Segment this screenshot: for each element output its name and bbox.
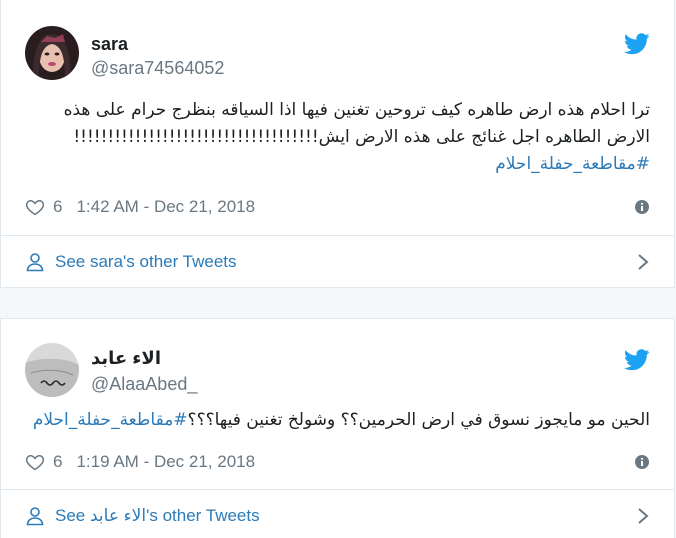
tweet-card: sara @sara74564052 ترا احلام هذه ارض طاه… (0, 0, 675, 288)
avatar[interactable] (25, 343, 79, 397)
divider (1, 489, 674, 490)
wrist-tattoo-avatar-icon (25, 343, 79, 397)
see-other-tweets-label[interactable]: See الاء عابد's other Tweets (55, 506, 260, 526)
author-handle[interactable]: @AlaaAbed_ (91, 374, 197, 395)
like-count[interactable]: 6 (53, 197, 62, 217)
divider (1, 235, 674, 236)
hashtag-link[interactable]: #مقاطعة_حفلة_احلام (495, 154, 650, 174)
woman-avatar-icon (25, 26, 79, 80)
person-icon (26, 253, 44, 272)
tweet-text: الحين مو مايجوز نسوق في ارض الحرمين؟؟ وش… (23, 407, 650, 434)
heart-icon[interactable] (25, 197, 45, 217)
like-count[interactable]: 6 (53, 452, 62, 472)
twitter-bird-icon[interactable] (624, 33, 650, 55)
see-other-tweets-link[interactable]: See sara's other Tweets (25, 247, 650, 277)
tweet-timestamp[interactable]: 1:42 AM - Dec 21, 2018 (76, 197, 255, 217)
tweet-body: ترا احلام هذه ارض طاهره كيف تروحين تغنين… (63, 100, 650, 147)
tweet-meta: 6 1:42 AM - Dec 21, 2018 (25, 195, 650, 219)
twitter-bird-icon[interactable] (624, 349, 650, 371)
tweet-timestamp[interactable]: 1:19 AM - Dec 21, 2018 (76, 452, 255, 472)
tweet-body: الحين مو مايجوز نسوق في ارض الحرمين؟؟ وش… (187, 410, 650, 430)
tweet-meta: 6 1:19 AM - Dec 21, 2018 (25, 450, 650, 474)
author-name[interactable]: الاء عابد (91, 348, 161, 369)
hashtag-link[interactable]: #مقاطعة_حفلة_احلام (33, 410, 188, 430)
see-other-tweets-label[interactable]: See sara's other Tweets (55, 252, 237, 272)
author-handle[interactable]: @sara74564052 (91, 58, 224, 79)
author-name[interactable]: sara (91, 34, 128, 55)
see-other-tweets-link[interactable]: See الاء عابد's other Tweets (25, 501, 650, 531)
tweet-card: الاء عابد @AlaaAbed_ الحين مو مايجوز نسو… (0, 318, 675, 538)
avatar[interactable] (25, 26, 79, 80)
heart-icon[interactable] (25, 452, 45, 472)
tweet-text: ترا احلام هذه ارض طاهره كيف تروحين تغنين… (23, 97, 650, 178)
chevron-right-icon[interactable] (636, 507, 650, 525)
person-icon (26, 507, 44, 526)
info-icon[interactable] (634, 454, 650, 470)
chevron-right-icon[interactable] (636, 253, 650, 271)
info-icon[interactable] (634, 199, 650, 215)
